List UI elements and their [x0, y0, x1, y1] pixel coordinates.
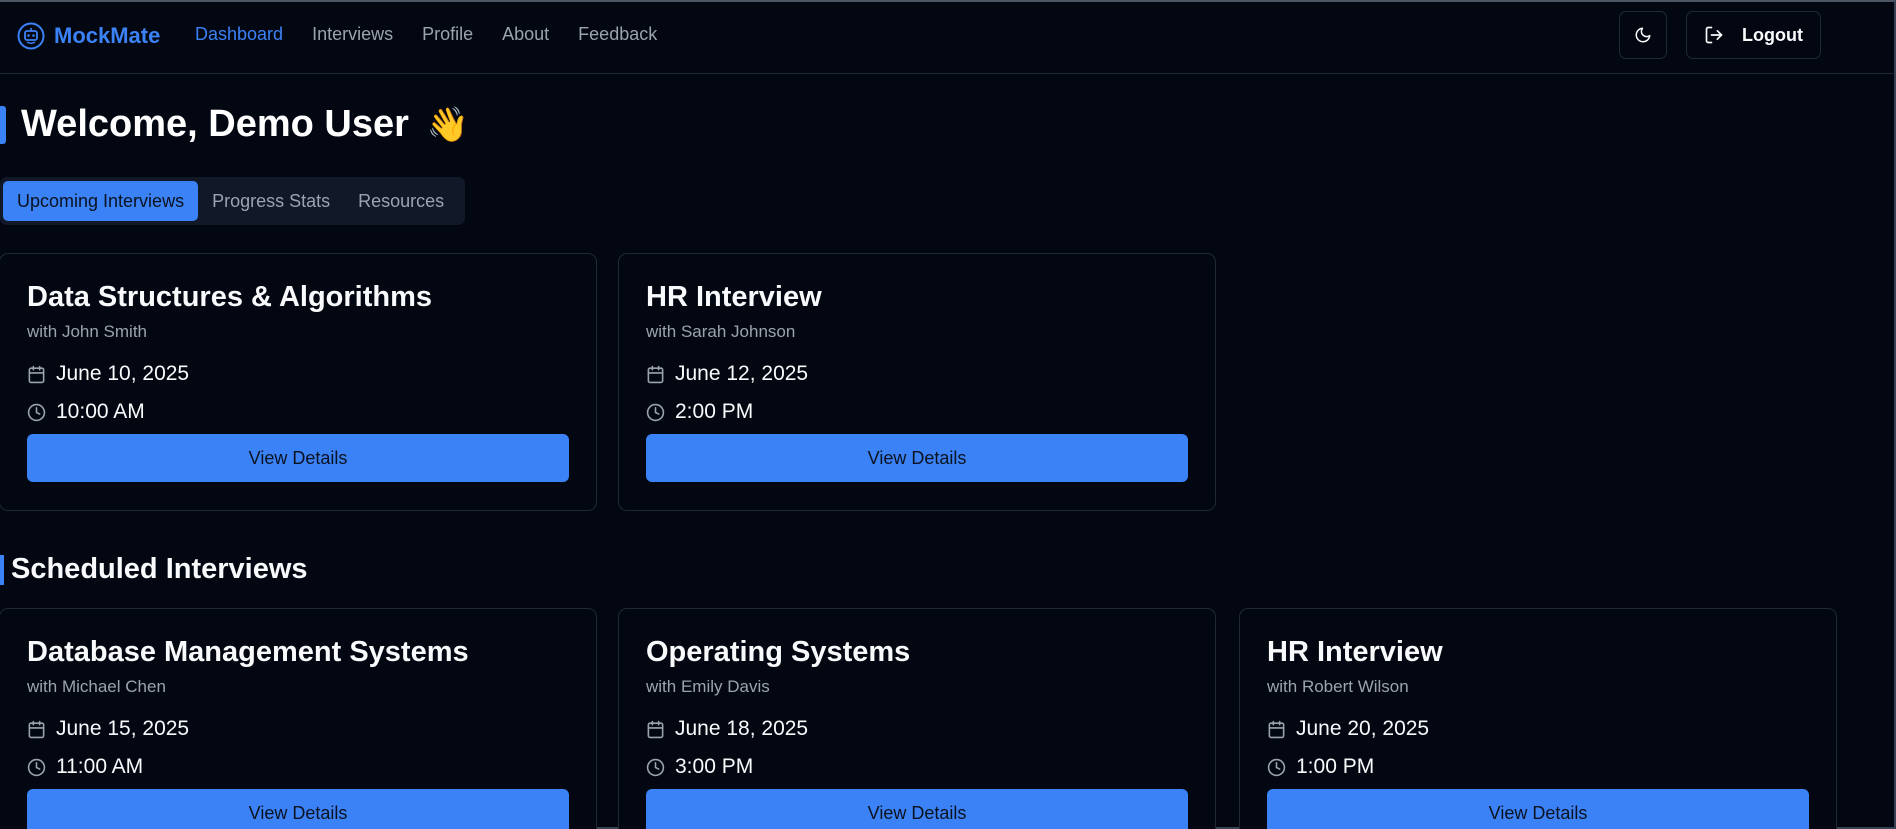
- interview-card: Database Management Systems with Michael…: [0, 608, 597, 829]
- interview-time-text: 2:00 PM: [675, 400, 754, 423]
- nav-link-dashboard[interactable]: Dashboard: [195, 24, 283, 45]
- interview-title: Data Structures & Algorithms: [27, 281, 432, 313]
- interview-date-text: June 15, 2025: [56, 717, 190, 740]
- brand[interactable]: MockMate: [16, 21, 160, 51]
- interview-date: June 12, 2025: [646, 362, 808, 386]
- clock-icon: [646, 758, 665, 776]
- nav-link-feedback[interactable]: Feedback: [578, 24, 657, 45]
- theme-toggle-button[interactable]: [1619, 11, 1667, 59]
- section-title: Scheduled Interviews: [11, 553, 308, 585]
- top-navbar: MockMate Dashboard Interviews Profile Ab…: [0, 2, 1894, 74]
- interview-time: 10:00 AM: [27, 400, 145, 424]
- calendar-icon: [647, 365, 664, 383]
- interview-title: HR Interview: [1267, 636, 1443, 668]
- view-details-button[interactable]: View Details: [27, 434, 569, 482]
- interviewer-name: with Michael Chen: [27, 677, 166, 696]
- clock-icon: [27, 403, 46, 421]
- brand-name: MockMate: [54, 23, 161, 48]
- page-title: Welcome, Demo User 👋: [21, 103, 469, 146]
- dashboard-tabs: Upcoming Interviews Progress Stats Resou…: [0, 177, 465, 225]
- welcome-accent-bar: [0, 106, 6, 144]
- nav-links: Dashboard Interviews Profile About Feedb…: [195, 24, 657, 45]
- nav-link-about[interactable]: About: [502, 24, 549, 45]
- interview-date: June 15, 2025: [27, 717, 189, 741]
- logout-icon: [1705, 26, 1723, 44]
- interview-date-text: June 12, 2025: [675, 362, 809, 385]
- interview-time-text: 1:00 PM: [1296, 755, 1375, 778]
- interview-title: Database Management Systems: [27, 636, 469, 668]
- nav-link-interviews[interactable]: Interviews: [312, 24, 393, 45]
- logout-button[interactable]: Logout: [1686, 11, 1821, 59]
- view-details-button[interactable]: View Details: [27, 789, 569, 829]
- moon-icon: [1635, 27, 1651, 43]
- interview-time-text: 3:00 PM: [675, 755, 754, 778]
- view-details-button[interactable]: View Details: [646, 789, 1188, 829]
- clock-icon: [646, 403, 665, 421]
- interview-date: June 20, 2025: [1267, 717, 1429, 741]
- calendar-icon: [28, 365, 45, 383]
- clock-icon: [1267, 758, 1286, 776]
- nav-link-profile[interactable]: Profile: [422, 24, 473, 45]
- interview-time: 3:00 PM: [646, 755, 753, 779]
- interview-title: HR Interview: [646, 281, 822, 313]
- waving-hand-icon: 👋: [426, 105, 470, 144]
- interview-date-text: June 10, 2025: [56, 362, 190, 385]
- interview-title: Operating Systems: [646, 636, 911, 668]
- interview-time: 11:00 AM: [27, 755, 143, 779]
- tab-resources[interactable]: Resources: [344, 181, 458, 221]
- interview-date-text: June 18, 2025: [675, 717, 809, 740]
- calendar-icon: [28, 720, 45, 738]
- clock-icon: [27, 758, 46, 776]
- section-accent-bar: [0, 555, 4, 585]
- interview-card: HR Interview with Robert Wilson June 20,…: [1239, 608, 1837, 829]
- interview-date: June 18, 2025: [646, 717, 808, 741]
- tab-upcoming-interviews[interactable]: Upcoming Interviews: [3, 181, 199, 221]
- interview-card: HR Interview with Sarah Johnson June 12,…: [618, 253, 1216, 511]
- interview-card: Operating Systems with Emily Davis June …: [618, 608, 1216, 829]
- calendar-icon: [647, 720, 664, 738]
- interview-date-text: June 20, 2025: [1296, 717, 1430, 740]
- welcome-text: Welcome, Demo User: [21, 103, 409, 145]
- tab-progress-stats[interactable]: Progress Stats: [198, 181, 344, 221]
- interview-time: 2:00 PM: [646, 400, 753, 424]
- interview-time-text: 10:00 AM: [56, 400, 145, 423]
- interview-date: June 10, 2025: [27, 362, 189, 386]
- interview-time-text: 11:00 AM: [56, 755, 144, 778]
- logout-label: Logout: [1742, 24, 1803, 45]
- view-details-button[interactable]: View Details: [1267, 789, 1809, 829]
- robot-face-icon: [17, 22, 45, 50]
- interviewer-name: with Sarah Johnson: [646, 322, 796, 341]
- interview-card: Data Structures & Algorithms with John S…: [0, 253, 597, 511]
- calendar-icon: [1268, 720, 1285, 738]
- interviewer-name: with Robert Wilson: [1267, 677, 1409, 696]
- interviewer-name: with Emily Davis: [646, 677, 770, 696]
- interviewer-name: with John Smith: [27, 322, 147, 341]
- view-details-button[interactable]: View Details: [646, 434, 1188, 482]
- interview-time: 1:00 PM: [1267, 755, 1374, 779]
